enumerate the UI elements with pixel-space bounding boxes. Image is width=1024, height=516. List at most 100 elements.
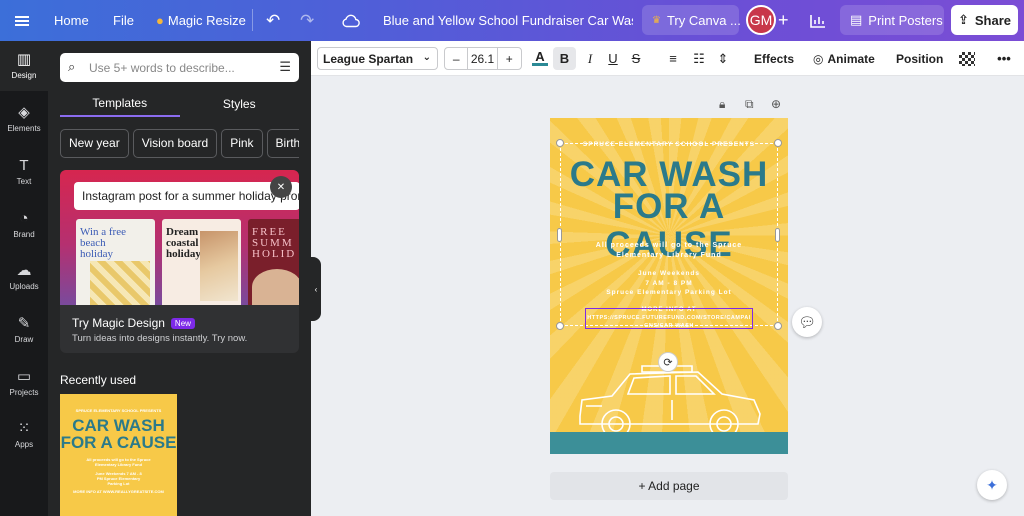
transparency-icon[interactable] xyxy=(959,52,975,66)
rail-item-draw[interactable]: ✎ Draw xyxy=(0,305,48,355)
animate-button[interactable]: ◎ Animate xyxy=(813,47,875,70)
close-icon[interactable]: ✕ xyxy=(270,176,292,198)
add-comment-icon[interactable]: 💬︎ xyxy=(792,307,822,337)
font-size-stepper: – 26.1 + xyxy=(444,47,522,70)
position-button[interactable]: Position xyxy=(896,47,943,70)
font-family-select[interactable]: League Spartan ⌄ xyxy=(317,47,438,70)
rail-item-text[interactable]: T Text xyxy=(0,147,48,197)
text-icon: T xyxy=(19,157,29,174)
recent-design-thumbnail[interactable]: SPRUCE ELEMENTARY SCHOOL PRESENTS CAR WA… xyxy=(60,394,177,516)
strikethrough-button[interactable]: S xyxy=(627,47,645,70)
try-canva-label: Try Canva ... xyxy=(666,12,741,28)
rail-item-apps[interactable]: ⁙ Apps xyxy=(0,410,48,460)
document-title[interactable]: Blue and Yellow School Fundraiser Car Wa… xyxy=(383,0,633,41)
thumb-headline-2: FOR A CAUSE xyxy=(60,433,177,452)
crown-icon: ♛ xyxy=(652,14,661,26)
undo-icon[interactable]: ↶ xyxy=(266,0,280,41)
add-collaborator-icon[interactable]: + xyxy=(778,0,789,41)
resize-handle[interactable] xyxy=(774,322,782,330)
thumb-presents: SPRUCE ELEMENTARY SCHOOL PRESENTS xyxy=(75,408,162,413)
promo-subtitle: Turn ideas into designs instantly. Try n… xyxy=(72,333,248,344)
left-rail: ▥ Design ◈ Elements T Text ◔ Brand ☁ Upl… xyxy=(0,41,48,516)
more-options-icon[interactable]: ••• xyxy=(994,47,1014,70)
divider xyxy=(252,9,253,31)
chip-birthday[interactable]: Birth xyxy=(266,129,299,158)
share-button[interactable]: ⇪ Share xyxy=(951,5,1018,35)
filter-icon[interactable]: ☰ xyxy=(279,59,291,75)
rail-label: Brand xyxy=(13,230,35,239)
resize-handle[interactable] xyxy=(556,322,564,330)
beach-chair-image xyxy=(90,261,150,305)
resize-handle[interactable] xyxy=(556,139,564,147)
promo-title: Try Magic Design New xyxy=(72,316,195,330)
rail-item-design[interactable]: ▥ Design xyxy=(0,41,48,91)
print-posters-button[interactable]: ▤ Print Posters xyxy=(840,5,944,35)
font-size-input[interactable]: 26.1 xyxy=(468,48,498,69)
rail-item-brand[interactable]: ◔ Brand xyxy=(0,200,48,250)
bullet-list-icon[interactable]: ☷ xyxy=(689,47,709,70)
avatar[interactable]: GM xyxy=(746,5,776,35)
add-page-icon[interactable]: ⊕ xyxy=(771,97,781,111)
file-menu[interactable]: File xyxy=(113,0,134,41)
text-color-icon: A xyxy=(535,49,545,64)
promo-title-text: Try Magic Design xyxy=(72,316,165,330)
rail-item-projects[interactable]: ▭ Projects xyxy=(0,358,48,408)
print-icon: ▤ xyxy=(850,12,863,27)
decrease-size-button[interactable]: – xyxy=(445,48,469,69)
underline-button[interactable]: U xyxy=(604,47,622,70)
promo-card-2: Dream coastal holiday xyxy=(162,219,241,305)
promo-prompt: Instagram post for a summer holiday prom… xyxy=(74,182,299,210)
duplicate-page-icon[interactable]: ⧉ xyxy=(745,97,754,112)
rail-label: Text xyxy=(16,177,32,186)
thumb-proceeds: All proceeds will go to the Spruce Eleme… xyxy=(86,457,151,467)
resize-handle[interactable] xyxy=(775,228,780,242)
rotate-icon[interactable]: ⟳ xyxy=(658,352,678,372)
font-name: League Spartan xyxy=(323,51,414,66)
rail-item-elements[interactable]: ◈ Elements xyxy=(0,94,48,144)
rail-label: Design xyxy=(11,71,37,80)
pen-icon: ✎ xyxy=(17,315,31,332)
increase-size-button[interactable]: + xyxy=(498,48,521,69)
line-spacing-icon[interactable]: ⇕ xyxy=(713,47,733,70)
print-posters-label: Print Posters xyxy=(868,12,943,28)
rail-item-uploads[interactable]: ☁ Uploads xyxy=(0,252,48,302)
try-canva-button[interactable]: ♛ Try Canva ... xyxy=(642,5,741,35)
tab-templates[interactable]: Templates xyxy=(60,91,180,117)
magic-resize-button[interactable]: ● Magic Resize xyxy=(156,0,246,41)
panel-tabs: Templates Styles xyxy=(60,91,299,117)
insights-icon[interactable] xyxy=(810,0,826,41)
coastal-photo xyxy=(200,231,238,301)
add-page-button[interactable]: + Add page xyxy=(550,472,788,500)
car-illustration xyxy=(579,365,761,439)
italic-button[interactable]: I xyxy=(581,47,599,70)
bold-button[interactable]: B xyxy=(553,47,576,70)
effects-button[interactable]: Effects xyxy=(754,47,794,70)
category-chips: New year Vision board Pink Birth xyxy=(60,129,299,159)
ground-strip xyxy=(550,432,788,454)
promo-card-1: Win a free beach holiday xyxy=(76,219,155,305)
promo-card-text: Win a free beach holiday xyxy=(80,226,126,260)
tab-styles[interactable]: Styles xyxy=(180,91,300,117)
cloud-upload-icon: ☁ xyxy=(16,262,32,279)
lock-icon[interactable]: 🔒︎ xyxy=(719,97,725,112)
cloud-save-icon[interactable] xyxy=(342,0,360,41)
chip-pink[interactable]: Pink xyxy=(221,129,263,158)
assistant-icon[interactable]: ✦ xyxy=(977,470,1007,500)
home-link[interactable]: Home xyxy=(54,0,89,41)
promo-card-3: FREE SUMM HOLID xyxy=(248,219,299,305)
design-panel: ⌕ Use 5+ words to describe... ☰ Template… xyxy=(48,41,311,516)
text-color-button[interactable]: A xyxy=(530,47,550,70)
magic-design-promo[interactable]: Instagram post for a summer holiday prom… xyxy=(60,170,299,353)
align-center-icon[interactable]: ≡ xyxy=(663,47,683,70)
top-bar: Home File ● Magic Resize ↶ ↷ Blue and Ye… xyxy=(0,0,1024,41)
menu-icon[interactable] xyxy=(10,0,34,41)
chip-new-year[interactable]: New year xyxy=(60,129,129,158)
collapse-panel-handle[interactable]: ‹ xyxy=(311,257,321,321)
chip-vision-board[interactable]: Vision board xyxy=(132,129,218,158)
resize-handle[interactable] xyxy=(557,228,562,242)
promo-artwork: Instagram post for a summer holiday prom… xyxy=(60,170,299,305)
redo-icon[interactable]: ↷ xyxy=(300,0,314,41)
template-search[interactable]: ⌕ Use 5+ words to describe... ☰ xyxy=(60,53,299,82)
resize-handle[interactable] xyxy=(774,139,782,147)
search-placeholder: Use 5+ words to describe... xyxy=(89,60,235,75)
